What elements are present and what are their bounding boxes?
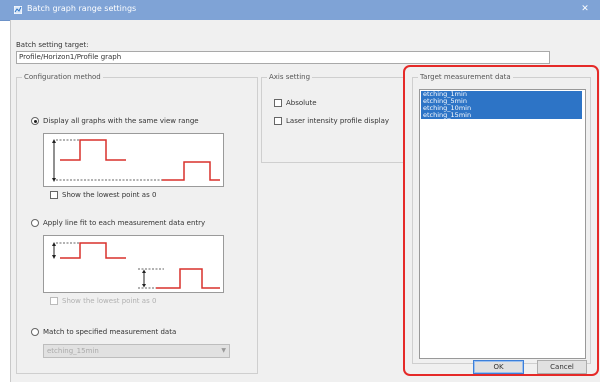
radio-line-fit[interactable] xyxy=(31,219,39,227)
title-bar: Batch graph range settings ✕ xyxy=(0,0,600,21)
configuration-method-group: Configuration method Display all graphs … xyxy=(16,73,258,374)
highlight-annotation xyxy=(403,65,599,376)
batch-target-label: Batch setting target: xyxy=(16,41,89,49)
option1-show-lowest-checkbox[interactable] xyxy=(50,191,58,199)
option2-show-lowest-label[interactable]: Show the lowest point as 0 xyxy=(62,297,156,305)
line-fit-diagram xyxy=(52,242,220,289)
radio-match-specified-label[interactable]: Match to specified measurement data xyxy=(43,328,176,336)
radio-same-view-range[interactable] xyxy=(31,117,39,125)
absolute-label[interactable]: Absolute xyxy=(286,99,317,107)
same-view-range-illustration xyxy=(43,133,224,187)
cancel-button[interactable]: Cancel xyxy=(537,360,587,374)
laser-intensity-label[interactable]: Laser intensity profile display xyxy=(286,117,389,125)
option1-show-lowest-label[interactable]: Show the lowest point as 0 xyxy=(62,191,156,199)
radio-line-fit-label[interactable]: Apply line fit to each measurement data … xyxy=(43,219,205,227)
radio-match-specified[interactable] xyxy=(31,328,39,336)
option2-show-lowest-checkbox[interactable] xyxy=(50,297,58,305)
axis-setting-group: Axis setting Absolute Laser intensity pr… xyxy=(261,73,405,163)
ok-button[interactable]: OK xyxy=(473,360,524,374)
radio-same-view-range-label[interactable]: Display all graphs with the same view ra… xyxy=(43,117,199,125)
same-view-range-diagram xyxy=(52,139,220,182)
app-icon xyxy=(14,6,22,14)
axis-setting-title: Axis setting xyxy=(267,73,313,81)
batch-target-field: Profile/Horizon1/Profile graph xyxy=(16,51,550,64)
match-data-combobox[interactable]: etching_15min ▼ xyxy=(43,344,230,358)
chevron-down-icon: ▼ xyxy=(221,347,226,354)
window-title: Batch graph range settings xyxy=(27,4,137,13)
line-fit-illustration xyxy=(43,235,224,293)
close-icon[interactable]: ✕ xyxy=(576,2,594,17)
match-data-combobox-value: etching_15min xyxy=(47,347,99,355)
configuration-method-title: Configuration method xyxy=(22,73,103,81)
absolute-checkbox[interactable] xyxy=(274,99,282,107)
dialog-body: Batch setting target: Profile/Horizon1/P… xyxy=(10,20,600,382)
laser-intensity-checkbox[interactable] xyxy=(274,117,282,125)
